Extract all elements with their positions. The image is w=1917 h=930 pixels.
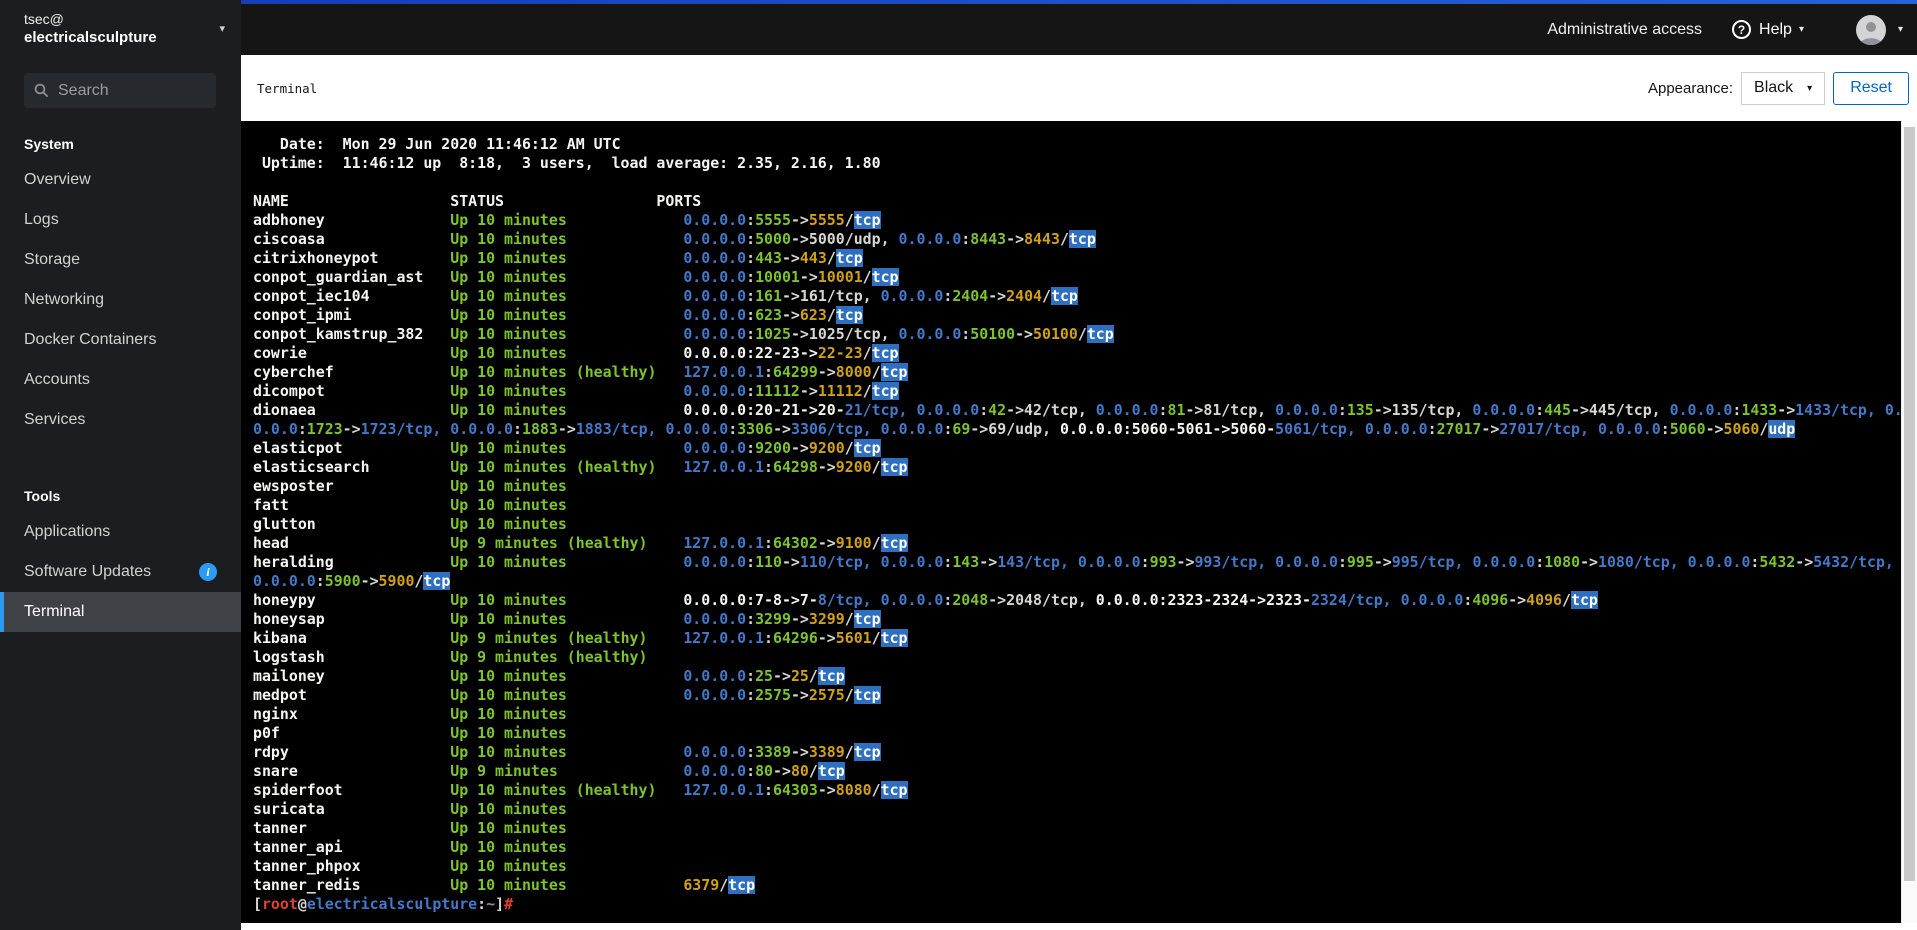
terminal-line: NAME STATUS PORTS [253,192,702,210]
reset-button[interactable]: Reset [1833,71,1909,105]
search-input[interactable] [58,81,188,100]
help-menu[interactable]: ? Help ▾ [1732,20,1804,39]
sidebar-item-label: Networking [24,291,105,308]
appearance-select[interactable]: Black ▾ [1741,71,1826,105]
chevron-down-icon: ▾ [1798,24,1804,35]
help-label: Help [1759,20,1792,38]
terminal-line: snare Up 9 minutes 0.0.0.0:80->80/tcp [253,762,845,780]
terminal-line: ewsposter Up 10 minutes [253,477,567,495]
terminal-line: kibana Up 9 minutes (healthy) 127.0.0.1:… [253,629,908,647]
terminal-line: 0.0.0.0:5900->5900/tcp [253,572,451,590]
terminal-line: conpot_ipmi Up 10 minutes 0.0.0.0:623->6… [253,306,863,324]
account-hostname: electricalsculpture [24,29,157,46]
appearance-label: Appearance: [1647,79,1734,97]
terminal-line: fatt Up 10 minutes [253,496,567,514]
sidebar-item-software-updates[interactable]: Software Updates i [0,552,241,592]
terminal-line: tanner_redis Up 10 minutes 6379/tcp [253,876,756,894]
terminal-line: honeysap Up 10 minutes 0.0.0.0:3299->329… [253,610,881,628]
terminal-line: glutton Up 10 minutes [253,515,567,533]
terminal-line: citrixhoneypot Up 10 minutes 0.0.0.0:443… [253,249,863,267]
sidebar-item-overview[interactable]: Overview [0,160,241,200]
terminal-line: dicompot Up 10 minutes 0.0.0.0:11112->11… [253,382,899,400]
terminal-line: [root@electricalsculpture:~]# [253,895,514,913]
terminal-line: adbhoney Up 10 minutes 0.0.0.0:5555->555… [253,211,881,229]
sidebar-item-label: Software Updates [24,563,152,580]
appearance-value: Black [1754,79,1794,96]
terminal-line: p0f Up 10 minutes [253,724,567,742]
user-icon [1859,21,1882,45]
sidebar-item-label: Terminal [24,603,85,620]
sidebar-item-label: Docker Containers [24,331,157,348]
info-icon: i [199,563,217,581]
nav-section-tools: Tools [24,488,61,504]
sidebar-item-label: Applications [24,523,111,540]
sidebar-item-label: Services [24,411,86,428]
terminal-line: Date: Mon 29 Jun 2020 11:46:12 AM UTC [253,135,621,153]
terminal-line: conpot_guardian_ast Up 10 minutes 0.0.0.… [253,268,899,286]
chevron-down-icon: ▾ [219,23,225,35]
terminal-line: rdpy Up 10 minutes 0.0.0.0:3389->3389/tc… [253,743,881,761]
terminal-line: spiderfoot Up 10 minutes (healthy) 127.0… [253,781,908,799]
sidebar-item-label: Logs [24,211,59,228]
avatar [1855,14,1886,45]
nav-section-system: System [24,136,74,152]
session-menu[interactable]: ▾ [1855,14,1903,45]
terminal-line: elasticsearch Up 10 minutes (healthy) 12… [253,458,908,476]
sidebar-item-label: Storage [24,251,81,268]
page-title: Terminal [257,80,318,96]
terminal-line: suricata Up 10 minutes [253,800,567,818]
terminal-line: tanner_api Up 10 minutes [253,838,567,856]
terminal-line: elasticpot Up 10 minutes 0.0.0.0:9200->9… [253,439,881,457]
terminal-line: cowrie Up 10 minutes 0.0.0.0:22-23->22-2… [253,344,899,362]
terminal-line: tanner_phpox Up 10 minutes [253,857,567,875]
terminal-line: conpot_kamstrup_382 Up 10 minutes 0.0.0.… [253,325,1114,343]
sidebar-item-applications[interactable]: Applications [0,512,241,552]
sidebar-item-label: Accounts [24,371,90,388]
help-icon: ? [1732,20,1752,39]
sidebar-nav: System Overview Logs Storage Networking Docke… [0,136,241,632]
terminal-line: nginx Up 10 minutes [253,705,567,723]
sidebar-item-networking[interactable]: Networking [0,280,241,320]
sidebar-item-docker-containers[interactable]: Docker Containers [0,320,241,360]
terminal-line: medpot Up 10 minutes 0.0.0.0:2575->2575/… [253,686,881,704]
terminal-line: dionaea Up 10 minutes 0.0.0.0:20-21->20-… [253,401,1901,419]
terminal-line: honeypy Up 10 minutes 0.0.0.0:7-8->7-8/t… [253,591,1598,609]
admin-access-label: Administrative access [1547,20,1703,38]
terminal-line: 0.0.0:1723->1723/tcp, 0.0.0.0:1883->1883… [253,420,1796,438]
sidebar-item-label: Overview [24,171,91,188]
sidebar-item-storage[interactable]: Storage [0,240,241,280]
terminal-line: tanner Up 10 minutes [253,819,567,837]
sidebar-item-logs[interactable]: Logs [0,200,241,240]
masthead: Administrative access ? Help ▾ ▾ [241,0,1917,55]
terminal-screen[interactable]: Date: Mon 29 Jun 2020 11:46:12 AM UTC Up… [241,121,1901,923]
account-user: tsec@ [24,11,64,27]
terminal-line: cyberchef Up 10 minutes (healthy) 127.0.… [253,363,908,381]
terminal-line: heralding Up 10 minutes 0.0.0.0:110->110… [253,553,1894,571]
terminal-scrollbar-thumb[interactable] [1904,127,1915,881]
masthead-accent-stripe [241,0,1917,4]
chevron-down-icon: ▾ [1807,82,1813,94]
terminal-scrollbar[interactable] [1901,121,1917,923]
page-header: Terminal Appearance: Black ▾ Reset [241,55,1917,121]
search-icon [34,83,49,98]
sidebar-item-terminal[interactable]: Terminal [0,592,241,632]
search-box[interactable] [24,73,216,108]
cockpit-app: tsec@ electricalsculpture ▾ System Overvi… [0,0,1917,930]
terminal-line: Uptime: 11:46:12 up 8:18, 3 users, load … [253,154,881,172]
chevron-down-icon: ▾ [1897,24,1903,35]
terminal-line: head Up 9 minutes (healthy) 127.0.0.1:64… [253,534,908,552]
sidebar: tsec@ electricalsculpture ▾ System Overvi… [0,0,241,930]
terminal-line: mailoney Up 10 minutes 0.0.0.0:25->25/tc… [253,667,845,685]
terminal-line: logstash Up 9 minutes (healthy) [253,648,648,666]
terminal-line: ciscoasa Up 10 minutes 0.0.0.0:5000->500… [253,230,1096,248]
terminal-line: conpot_iec104 Up 10 minutes 0.0.0.0:161-… [253,287,1078,305]
host-switcher[interactable]: tsec@ electricalsculpture ▾ [0,0,241,55]
sidebar-item-services[interactable]: Services [0,400,241,440]
sidebar-item-accounts[interactable]: Accounts [0,360,241,400]
